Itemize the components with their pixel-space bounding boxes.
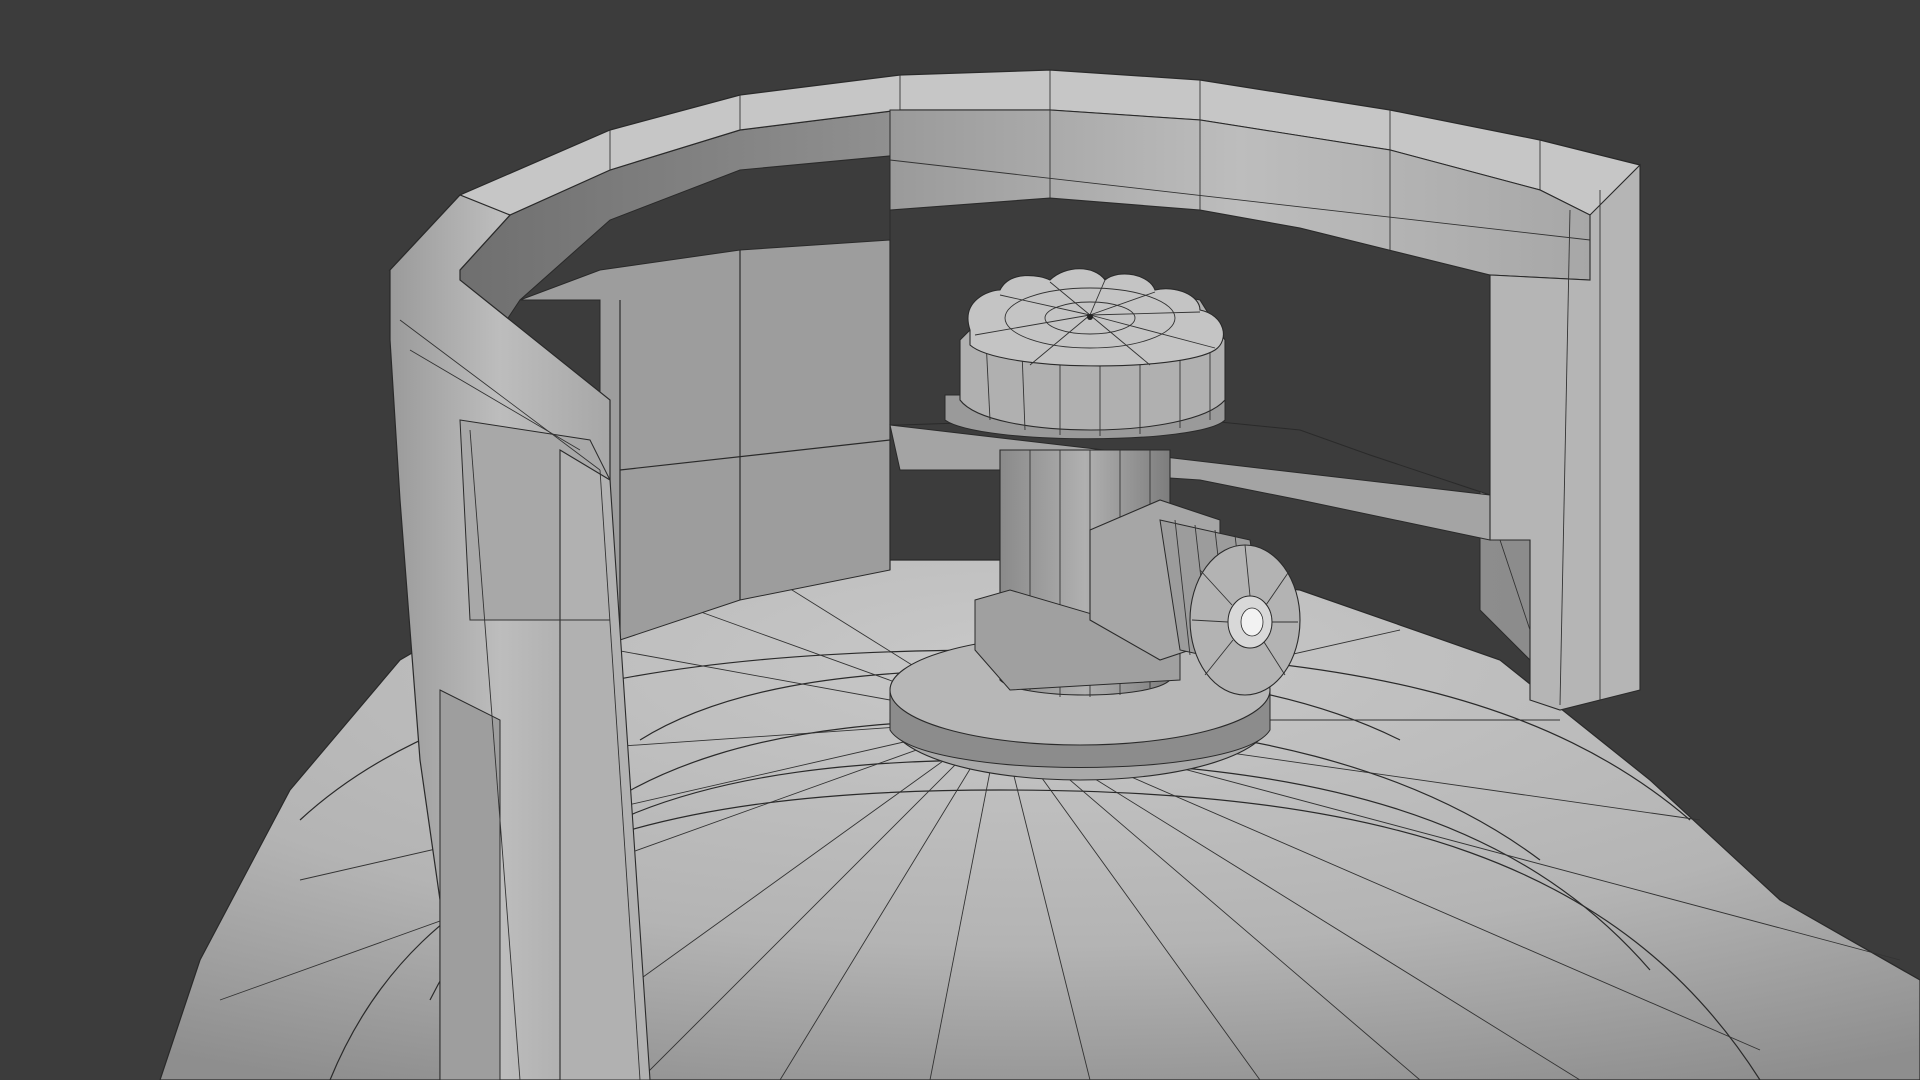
gas-cylinder-model[interactable]	[0, 0, 1920, 1080]
valve-handwheel	[944, 268, 1226, 440]
3d-viewport[interactable]	[0, 0, 1920, 1080]
